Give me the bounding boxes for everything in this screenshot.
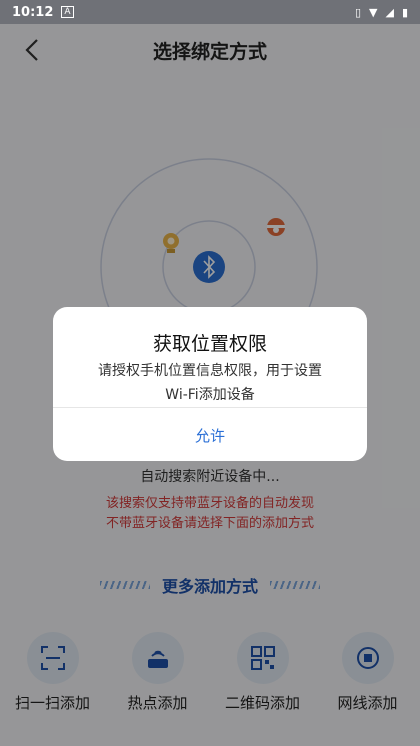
dialog-message: 请授权手机位置信息权限，用于设置 Wi-Fi添加设备 [53,359,367,407]
dialog-message-line-2: Wi-Fi添加设备 [165,387,255,403]
app-notification-icon: A [61,6,74,18]
status-bar: 10:12 A ▯ ▼ ◢ ▮ [0,0,420,24]
location-permission-dialog: 获取位置权限 请授权手机位置信息权限，用于设置 Wi-Fi添加设备 允许 [53,307,367,461]
signal-icon: ◢ [385,5,394,19]
status-time: 10:12 [12,4,54,20]
dialog-title: 获取位置权限 [152,333,267,355]
allow-button[interactable]: 允许 [53,425,367,446]
dialog-divider [53,407,367,408]
dialog-message-line-1: 请授权手机位置信息权限，用于设置 [98,363,322,379]
wifi-icon: ▼ [369,5,378,19]
battery-icon: ▮ [401,5,408,19]
vibrate-icon: ▯ [354,5,361,19]
status-icons: ▯ ▼ ◢ ▮ [355,6,408,19]
